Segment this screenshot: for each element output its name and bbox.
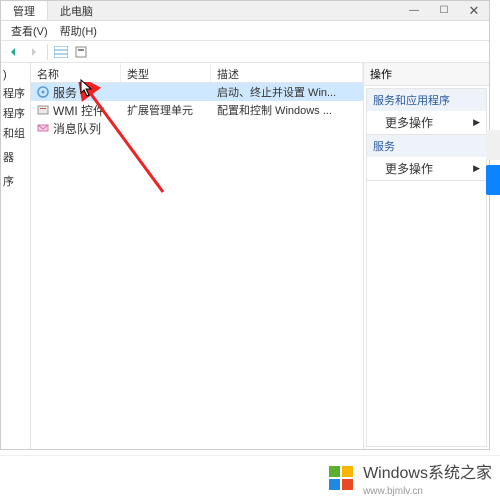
- menu-help[interactable]: 帮助(H): [54, 23, 103, 39]
- list-rows: 服务 启动、终止并设置 Win... WMI 控件 扩展管理单元 配置和控制 W…: [31, 83, 363, 449]
- menu-view[interactable]: 查看(V): [5, 23, 54, 39]
- menu-bar: 查看(V) 帮助(H): [1, 21, 489, 41]
- list-header: 名称 类型 描述: [31, 63, 363, 83]
- action-section-header: 服务和应用程序: [367, 89, 486, 111]
- action-pane-body: 服务和应用程序 更多操作 ▶ 服务 更多操作 ▶: [366, 88, 487, 447]
- chevron-right-icon: ▶: [473, 117, 480, 128]
- wmi-icon: [37, 104, 49, 116]
- minimize-button[interactable]: —: [399, 1, 429, 21]
- overlay-fragment-blue: [486, 165, 500, 195]
- properties-icon[interactable]: [72, 43, 90, 61]
- maximize-button[interactable]: ☐: [429, 1, 459, 21]
- view-icon[interactable]: [52, 43, 70, 61]
- action-section: 服务和应用程序 更多操作 ▶: [367, 89, 486, 135]
- cell-desc: 启动、终止并设置 Win...: [211, 84, 363, 100]
- forward-icon[interactable]: [25, 43, 43, 61]
- action-item-more[interactable]: 更多操作 ▶: [367, 157, 486, 180]
- watermark-text: Windows系统之家 www.bjmlv.cn: [363, 459, 492, 497]
- toolbar: [1, 41, 489, 63]
- action-pane: 操作 服务和应用程序 更多操作 ▶ 服务 更多操作 ▶: [364, 63, 489, 449]
- tree-pane[interactable]: ) 程序 程序 和组 器 序: [1, 63, 31, 449]
- tree-item[interactable]: 和组: [3, 123, 28, 143]
- row-name: 服务: [53, 84, 77, 101]
- action-item-label: 更多操作: [385, 160, 433, 177]
- msmq-icon: [37, 122, 49, 134]
- tree-item[interactable]: 序: [3, 171, 28, 191]
- list-row[interactable]: 服务 启动、终止并设置 Win...: [31, 83, 363, 101]
- chevron-right-icon: ▶: [473, 163, 480, 174]
- tree-item[interactable]: 程序: [3, 103, 28, 123]
- action-section-header: 服务: [367, 135, 486, 157]
- tree-item[interactable]: 器: [3, 147, 28, 167]
- list-row[interactable]: WMI 控件 扩展管理单元 配置和控制 Windows ...: [31, 101, 363, 119]
- row-name: WMI 控件: [53, 102, 105, 119]
- tree-item[interactable]: 程序: [3, 83, 28, 103]
- watermark-brand: Windows: [363, 465, 428, 482]
- body: ) 程序 程序 和组 器 序 名称 类型 描述 服务: [1, 63, 489, 449]
- tab-thispc[interactable]: 此电脑: [48, 1, 105, 20]
- tab-manage[interactable]: 管理: [1, 1, 48, 20]
- action-section: 服务 更多操作 ▶: [367, 135, 486, 181]
- gear-icon: [37, 86, 49, 98]
- cell-type: 扩展管理单元: [121, 102, 211, 118]
- list-row[interactable]: 消息队列: [31, 119, 363, 137]
- watermark: Windows系统之家 www.bjmlv.cn: [0, 455, 500, 500]
- toolbar-separator: [47, 44, 48, 60]
- col-type[interactable]: 类型: [121, 63, 211, 82]
- mmc-window: 管理 此电脑 — ☐ ✕ 查看(V) 帮助(H) ) 程序 程序 和组 器 序 …: [0, 0, 490, 450]
- action-item-label: 更多操作: [385, 114, 433, 131]
- col-name[interactable]: 名称: [31, 63, 121, 82]
- list-pane: 名称 类型 描述 服务 启动、终止并设置 Win... WMI 控件: [31, 63, 364, 449]
- watermark-url: www.bjmlv.cn: [363, 486, 423, 497]
- overlay-fragment: [486, 130, 500, 160]
- cell-desc: 配置和控制 Windows ...: [211, 102, 363, 118]
- cell-name: 消息队列: [31, 120, 121, 137]
- cell-name: WMI 控件: [31, 102, 121, 119]
- window-controls: — ☐ ✕: [399, 1, 489, 21]
- back-icon[interactable]: [5, 43, 23, 61]
- windows-logo-icon: [327, 464, 355, 492]
- action-item-more[interactable]: 更多操作 ▶: [367, 111, 486, 134]
- close-button[interactable]: ✕: [459, 1, 489, 21]
- row-name: 消息队列: [53, 120, 101, 137]
- watermark-sub: 系统之家: [428, 465, 492, 482]
- cell-name: 服务: [31, 84, 121, 101]
- action-pane-title: 操作: [364, 63, 489, 86]
- col-desc[interactable]: 描述: [211, 63, 363, 82]
- tree-item[interactable]: ): [3, 67, 28, 83]
